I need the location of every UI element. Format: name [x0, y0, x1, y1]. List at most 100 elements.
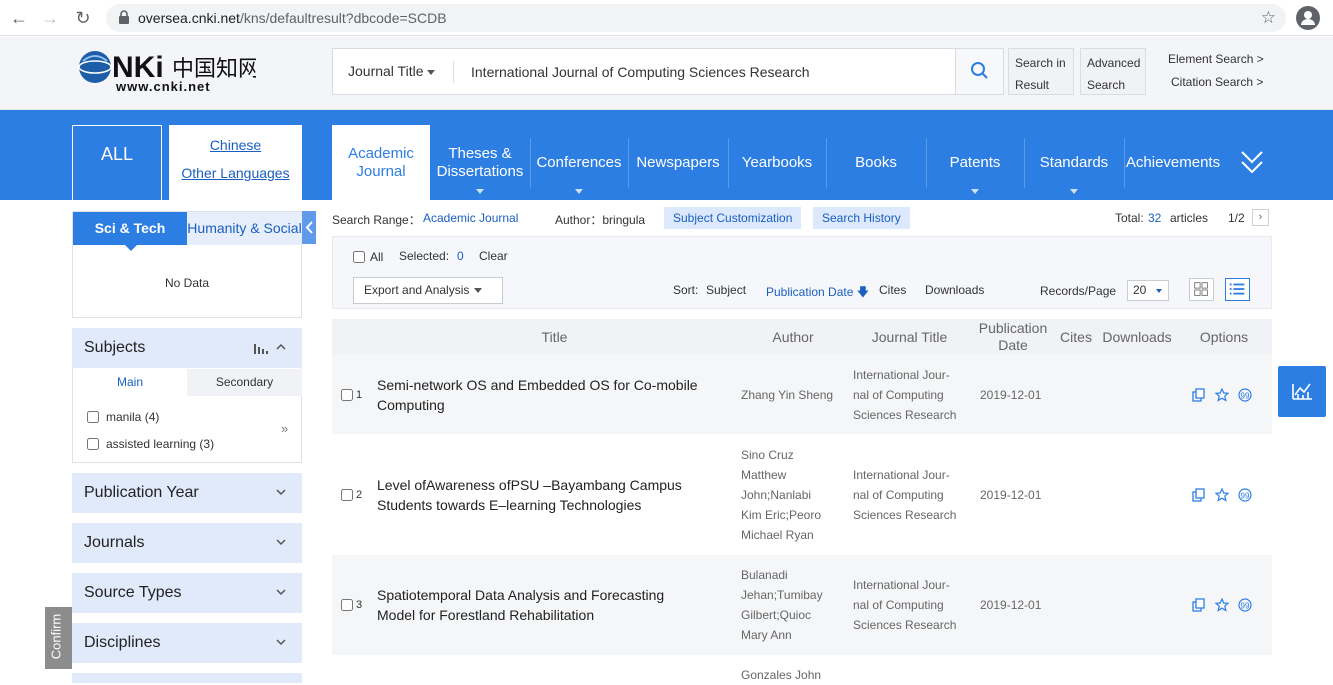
- tab-theses[interactable]: Theses & Dissertations: [430, 125, 530, 200]
- author-link[interactable]: Sino Cruz Matthew John;Nanlabi Kim Eric;Peo…: [741, 445, 841, 545]
- column-author[interactable]: Author: [762, 329, 824, 345]
- author-link[interactable]: Zhang Yin Sheng: [741, 385, 841, 405]
- double-chevron-down-icon[interactable]: [1240, 150, 1264, 176]
- copy-icon[interactable]: [1192, 488, 1206, 502]
- facet-publication-year[interactable]: Publication Year: [72, 473, 302, 513]
- subject-checkbox[interactable]: [87, 438, 99, 450]
- bookmark-star-icon[interactable]: ☆: [1261, 8, 1276, 28]
- address-bar[interactable]: oversea.cnki.net/kns/defaultresult?dbcod…: [106, 4, 1286, 32]
- article-title-link[interactable]: Level ofAwareness ofPSU –Bayambang Campu…: [377, 475, 737, 515]
- author-link[interactable]: Bulanadi Jehan;Tumibay Gilbert;Quioc Mary A…: [741, 565, 841, 645]
- journal-link[interactable]: International Jour-nal of Computing Scien…: [853, 465, 973, 525]
- star-icon[interactable]: [1215, 598, 1229, 612]
- subject-item[interactable]: manila (4): [87, 410, 159, 424]
- tab-newspapers[interactable]: Newspapers: [628, 125, 728, 200]
- facet-source-types[interactable]: Source Types: [72, 573, 302, 613]
- tab-achievements[interactable]: Achievements: [1124, 125, 1222, 200]
- row-checkbox[interactable]: [341, 389, 353, 401]
- select-all-checkbox[interactable]: [353, 251, 365, 263]
- subject-checkbox[interactable]: [87, 411, 99, 423]
- bar-chart-icon[interactable]: [254, 344, 268, 354]
- tab-books[interactable]: Books: [826, 125, 926, 200]
- table-row: 1 Semi-network OS and Embedded OS for Co…: [332, 355, 1272, 434]
- facet-disciplines[interactable]: Disciplines: [72, 623, 302, 663]
- tab-humanity-social[interactable]: Humanity & Social: [187, 212, 302, 245]
- back-arrow-icon[interactable]: ←: [9, 8, 29, 28]
- confirm-button[interactable]: Confirm: [45, 607, 72, 669]
- clear-button[interactable]: Clear: [479, 249, 508, 263]
- caret-down-icon: [1156, 289, 1162, 293]
- column-journal-title[interactable]: Journal Title: [862, 329, 957, 345]
- advanced-search-button[interactable]: Advanced Search: [1080, 48, 1146, 95]
- column-publication-date[interactable]: Publication Date: [972, 320, 1054, 354]
- collapse-sidebar-button[interactable]: [302, 211, 316, 244]
- tab-main[interactable]: Main: [73, 369, 187, 396]
- reload-icon[interactable]: ↻: [73, 8, 93, 28]
- tab-secondary[interactable]: Secondary: [187, 369, 302, 396]
- article-title-link[interactable]: Semi-network OS and Embedded OS for Co-m…: [377, 375, 737, 415]
- records-per-page-select[interactable]: 20: [1127, 280, 1169, 301]
- sort-downloads[interactable]: Downloads: [925, 283, 984, 297]
- search-history-button[interactable]: Search History: [813, 207, 910, 229]
- tab-conferences[interactable]: Conferences: [530, 125, 628, 200]
- journal-link[interactable]: International Jour-nal of Computing Scien…: [853, 365, 973, 425]
- tab-patents[interactable]: Patents: [926, 125, 1024, 200]
- range-value[interactable]: Academic Journal: [423, 211, 518, 225]
- tab-sci-tech[interactable]: Sci & Tech: [73, 212, 187, 251]
- select-all[interactable]: All: [353, 250, 383, 264]
- search-input[interactable]: [471, 57, 951, 87]
- export-analysis-dropdown[interactable]: Export and Analysis: [353, 277, 503, 304]
- facet-more[interactable]: [72, 673, 302, 683]
- forward-arrow-icon[interactable]: →: [40, 8, 60, 28]
- double-chevron-right-icon[interactable]: »: [281, 421, 288, 436]
- search-in-result-button[interactable]: Search in Result: [1008, 48, 1074, 95]
- facet-journals[interactable]: Journals: [72, 523, 302, 563]
- caret-down-icon: [427, 69, 436, 75]
- caret-down-icon: [575, 189, 583, 194]
- subject-item[interactable]: assisted learning (3): [87, 437, 214, 451]
- subjects-header[interactable]: Subjects: [72, 328, 302, 368]
- chevron-down-icon: [276, 489, 286, 496]
- journal-link[interactable]: International Jour-nal of Computing Scien…: [853, 575, 973, 635]
- article-title-link[interactable]: Spatiotemporal Data Analysis and Forecas…: [377, 585, 737, 625]
- copy-icon[interactable]: [1192, 388, 1206, 402]
- row-checkbox[interactable]: [341, 599, 353, 611]
- analysis-float-button[interactable]: [1278, 366, 1326, 417]
- row-select[interactable]: 3: [341, 599, 362, 611]
- grid-view-button[interactable]: [1189, 278, 1214, 301]
- star-icon[interactable]: [1215, 488, 1229, 502]
- star-icon[interactable]: [1215, 388, 1229, 402]
- next-page-button[interactable]: ›: [1252, 209, 1269, 226]
- cnki-logo[interactable]: NKi 中国知网 www.cnki.net: [76, 47, 256, 93]
- column-title[interactable]: Title: [532, 329, 577, 345]
- tab-chinese[interactable]: Chinese: [169, 137, 302, 153]
- author-link[interactable]: Gonzales John: [741, 665, 841, 685]
- copy-icon[interactable]: [1192, 598, 1206, 612]
- sort-publication-date[interactable]: Publication Date 🡇: [766, 283, 869, 304]
- row-select[interactable]: 1: [341, 389, 362, 401]
- subject-customization-button[interactable]: Subject Customization: [664, 207, 802, 229]
- tab-academic-journal[interactable]: Academic Journal: [332, 125, 430, 200]
- row-options: 99: [1192, 388, 1252, 402]
- row-select[interactable]: 2: [341, 489, 362, 501]
- search-button[interactable]: [955, 49, 1003, 94]
- sort-subject[interactable]: Subject: [706, 283, 746, 297]
- list-view-button[interactable]: [1225, 278, 1250, 301]
- sort-cites[interactable]: Cites: [879, 283, 906, 297]
- tab-all[interactable]: ALL: [72, 125, 162, 200]
- search-field-select[interactable]: Journal Title: [333, 49, 453, 94]
- tab-other-languages[interactable]: Other Languages: [169, 165, 302, 181]
- citation-search-link[interactable]: Citation Search >: [1171, 75, 1263, 89]
- quote-icon[interactable]: 99: [1238, 388, 1252, 402]
- quote-icon[interactable]: 99: [1238, 488, 1252, 502]
- element-search-link[interactable]: Element Search >: [1168, 52, 1264, 66]
- row-checkbox[interactable]: [341, 489, 353, 501]
- column-downloads[interactable]: Downloads: [1099, 329, 1175, 345]
- tab-yearbooks[interactable]: Yearbooks: [728, 125, 826, 200]
- quote-icon[interactable]: 99: [1238, 598, 1252, 612]
- profile-avatar-icon[interactable]: [1296, 6, 1320, 30]
- tab-standards[interactable]: Standards: [1024, 125, 1124, 200]
- grid-icon: [1194, 282, 1208, 296]
- column-cites[interactable]: Cites: [1056, 329, 1096, 345]
- chevron-up-icon[interactable]: [276, 342, 286, 352]
